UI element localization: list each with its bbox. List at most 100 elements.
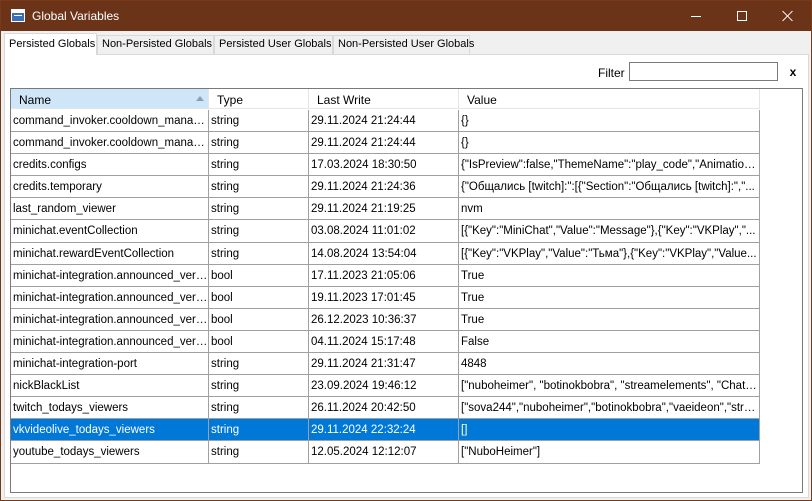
table-row[interactable]: twitch_todays_viewers string 26.11.2024 20… (11, 397, 760, 420)
cell-last-write[interactable]: 03.08.2024 11:01:02 (309, 220, 459, 243)
cell-last-write[interactable]: 17.11.2023 21:05:06 (309, 264, 459, 287)
cell-last-write[interactable]: 29.11.2024 21:24:44 (309, 132, 459, 155)
cell-type[interactable]: string (209, 375, 309, 398)
cell-name[interactable]: nickBlackList (11, 375, 209, 398)
cell-value[interactable]: {} (459, 132, 760, 155)
variables-grid: Name Type Last Write Value command_invok… (10, 88, 803, 493)
cell-name[interactable]: last_random_viewer (11, 198, 209, 221)
cell-value[interactable]: {"Общались [twitch]:":[{"Section":"Общал… (459, 176, 760, 199)
cell-type[interactable]: string (209, 198, 309, 221)
cell-last-write[interactable]: 17.03.2024 18:30:50 (309, 154, 459, 177)
cell-value[interactable]: ["sova244","nuboheimer","botinokbobra","… (459, 397, 760, 420)
column-header-type[interactable]: Type (209, 89, 309, 109)
table-row[interactable]: minichat.eventCollection string 03.08.2024… (11, 220, 760, 243)
table-row[interactable]: minichat-integration-port string 29.11.202… (11, 353, 760, 376)
persisted-globals-page: Filter x Name Type Last Write Value comm… (4, 54, 809, 498)
cell-value[interactable]: nvm (459, 198, 760, 221)
cell-name[interactable]: credits.temporary (11, 176, 209, 199)
column-header-name[interactable]: Name (11, 89, 209, 109)
cell-last-write[interactable]: 29.11.2024 21:19:25 (309, 198, 459, 221)
table-row[interactable]: minichat-integration.announced_versio...… (11, 308, 760, 331)
cell-type[interactable]: bool (209, 286, 309, 309)
cell-value[interactable]: ["nuboheimer", "botinokbobra", "streamel… (459, 375, 760, 398)
cell-last-write[interactable]: 04.11.2024 15:17:48 (309, 330, 459, 354)
cell-name[interactable]: minichat.rewardEventCollection (11, 242, 209, 265)
cell-value[interactable]: [] (459, 419, 760, 442)
cell-last-write[interactable]: 14.08.2024 13:54:04 (309, 242, 459, 265)
close-icon (782, 10, 794, 22)
cell-last-write[interactable]: 26.11.2024 20:42:50 (309, 397, 459, 420)
cell-name[interactable]: twitch_todays_viewers (11, 397, 209, 420)
table-row[interactable]: youtube_todays_viewers string 12.05.2024 1… (11, 441, 760, 464)
cell-last-write[interactable]: 29.11.2024 21:24:44 (309, 110, 459, 133)
table-row[interactable]: nickBlackList string 23.09.2024 19:46:12 ["… (11, 375, 760, 398)
cell-type[interactable]: bool (209, 330, 309, 354)
cell-name[interactable]: command_invoker.cooldown_manager... (11, 110, 209, 133)
table-row[interactable]: minichat-integration.announced_versio...… (11, 264, 760, 287)
column-header-value[interactable]: Value (459, 89, 760, 109)
title-bar[interactable]: Global Variables (1, 1, 811, 31)
cell-name[interactable]: minichat-integration.announced_versio... (11, 308, 209, 331)
cell-name[interactable]: minichat-integration.announced_versio... (11, 330, 209, 354)
table-row[interactable]: command_invoker.cooldown_manager... strin… (11, 110, 760, 133)
cell-name[interactable]: credits.configs (11, 154, 209, 177)
cell-value[interactable]: True (459, 286, 760, 309)
window-app-icon (11, 9, 25, 22)
cell-name[interactable]: vkvideolive_todays_viewers (11, 419, 209, 442)
maximize-button[interactable] (719, 1, 765, 31)
minimize-button[interactable] (673, 1, 719, 31)
close-button[interactable] (765, 1, 811, 31)
cell-type[interactable]: bool (209, 308, 309, 331)
cell-value[interactable]: {} (459, 110, 760, 133)
cell-type[interactable]: bool (209, 264, 309, 287)
tab-non-persisted-user-globals[interactable]: Non-Persisted User Globals (333, 35, 474, 54)
cell-value[interactable]: False (459, 330, 760, 354)
cell-name[interactable]: minichat-integration.announced_versio... (11, 286, 209, 309)
cell-type[interactable]: string (209, 419, 309, 442)
cell-name[interactable]: minichat-integration-port (11, 353, 209, 376)
table-row[interactable]: last_random_viewer string 29.11.2024 21:19… (11, 198, 760, 221)
cell-value[interactable]: True (459, 308, 760, 331)
cell-name[interactable]: youtube_todays_viewers (11, 441, 209, 464)
cell-value[interactable]: {"IsPreview":false,"ThemeName":"play_cod… (459, 154, 760, 177)
table-row[interactable]: minichat.rewardEventCollection string 14.0… (11, 242, 760, 265)
cell-value[interactable]: ["NuboHeimer"] (459, 441, 760, 464)
cell-type[interactable]: string (209, 397, 309, 420)
tab-non-persisted-globals[interactable]: Non-Persisted Globals (97, 35, 214, 54)
cell-name[interactable]: minichat.eventCollection (11, 220, 209, 243)
cell-name[interactable]: minichat-integration.announced_versio... (11, 264, 209, 287)
clear-filter-button[interactable]: x (785, 64, 801, 80)
table-row[interactable]: credits.temporary string 29.11.2024 21:24:… (11, 176, 760, 199)
cell-last-write[interactable]: 29.11.2024 21:24:36 (309, 176, 459, 199)
cell-last-write[interactable]: 29.11.2024 21:31:47 (309, 353, 459, 376)
cell-type[interactable]: string (209, 176, 309, 199)
column-header-last-write[interactable]: Last Write (309, 89, 459, 109)
cell-last-write[interactable]: 29.11.2024 22:32:24 (309, 419, 459, 442)
cell-name[interactable]: command_invoker.cooldown_manager... (11, 132, 209, 155)
filter-label: Filter (598, 66, 625, 80)
cell-type[interactable]: string (209, 441, 309, 464)
cell-value[interactable]: True (459, 264, 760, 287)
table-row[interactable]: vkvideolive_todays_viewers string 29.11.20… (11, 419, 760, 442)
cell-type[interactable]: string (209, 154, 309, 177)
cell-type[interactable]: string (209, 110, 309, 133)
minimize-icon (691, 15, 701, 17)
table-row[interactable]: command_invoker.cooldown_manager... strin… (11, 132, 760, 155)
cell-type[interactable]: string (209, 353, 309, 376)
cell-value[interactable]: [{"Key":"MiniChat","Value":"Message"},{"… (459, 220, 760, 243)
cell-last-write[interactable]: 26.12.2023 10:36:37 (309, 308, 459, 331)
cell-type[interactable]: string (209, 132, 309, 155)
cell-type[interactable]: string (209, 220, 309, 243)
table-row[interactable]: minichat-integration.announced_versio...… (11, 330, 760, 354)
table-row[interactable]: minichat-integration.announced_versio...… (11, 286, 760, 309)
cell-value[interactable]: 4848 (459, 353, 760, 376)
tab-persisted-user-globals[interactable]: Persisted User Globals (214, 35, 333, 54)
cell-type[interactable]: string (209, 242, 309, 265)
cell-last-write[interactable]: 23.09.2024 19:46:12 (309, 375, 459, 398)
filter-input[interactable] (629, 62, 778, 81)
cell-value[interactable]: [{"Key":"VKPlay","Value":"Тьма"},{"Key":… (459, 242, 760, 265)
tab-persisted-globals[interactable]: Persisted Globals (4, 33, 97, 55)
table-row[interactable]: credits.configs string 17.03.2024 18:30:50… (11, 154, 760, 177)
cell-last-write[interactable]: 12.05.2024 12:12:07 (309, 441, 459, 464)
cell-last-write[interactable]: 19.11.2023 17:01:45 (309, 286, 459, 309)
